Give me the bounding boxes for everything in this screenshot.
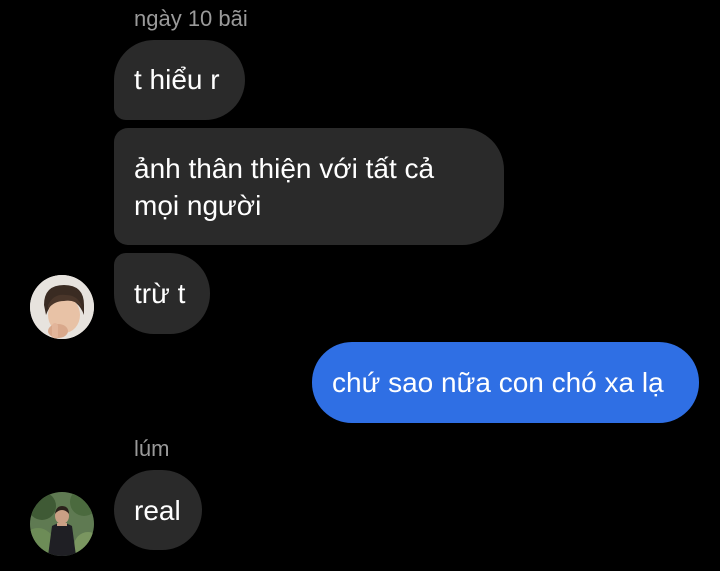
message-text: t hiểu r	[134, 64, 220, 95]
message-text: ảnh thân thiện với tất cả	[134, 153, 435, 184]
message-text: real	[134, 495, 181, 526]
sender-name-lum: lúm	[134, 436, 170, 461]
message-bubble[interactable]: real	[114, 470, 202, 550]
message-bubble[interactable]: ảnh thân thiện với tất cả mọi người	[114, 128, 504, 245]
avatar-outdoor-icon	[30, 492, 94, 556]
sender-name-ngay-10-bai: ngày 10 bãi	[134, 6, 248, 31]
message-text: chứ sao nữa con chó xa lạ	[332, 367, 664, 398]
message-bubble[interactable]: trừ t	[114, 253, 210, 334]
user-avatar-icon[interactable]	[30, 275, 94, 339]
message-bubble-outgoing[interactable]: chứ sao nữa con chó xa lạ	[312, 342, 699, 423]
user-avatar-icon[interactable]	[30, 492, 94, 556]
message-text: mọi người	[134, 190, 262, 221]
avatar-boy-icon	[30, 275, 94, 339]
message-text: trừ t	[134, 278, 186, 309]
message-bubble[interactable]: t hiểu r	[114, 40, 245, 120]
